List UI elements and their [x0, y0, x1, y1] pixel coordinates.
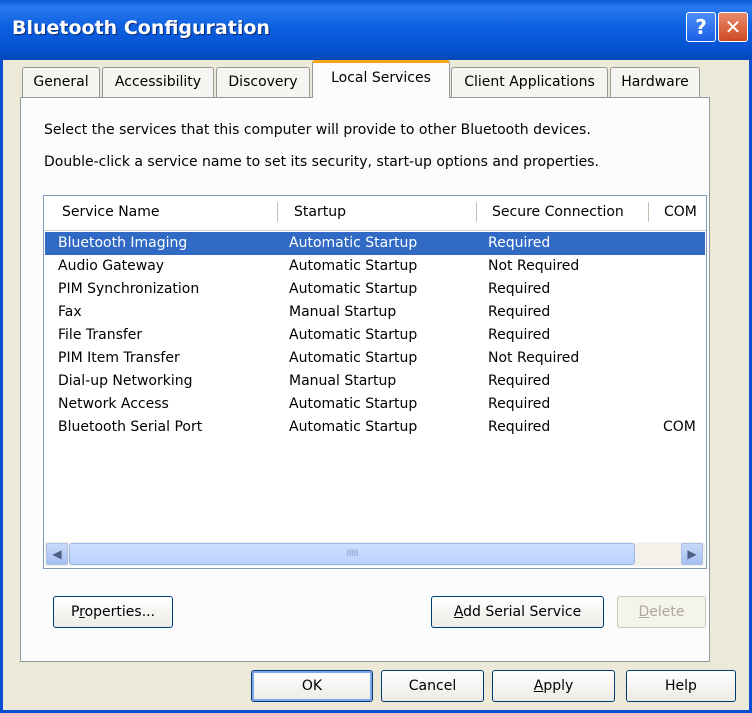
secure-connection-cell: Required: [488, 281, 551, 297]
service-name-cell: Bluetooth Imaging: [58, 235, 188, 251]
table-row[interactable]: Network Access Automatic Startup Require…: [45, 393, 705, 416]
ok-button[interactable]: OK: [251, 670, 373, 702]
table-row[interactable]: Bluetooth Serial Port Automatic Startup …: [45, 416, 705, 439]
secure-connection-cell: Required: [488, 304, 551, 320]
secure-connection-cell: Required: [488, 419, 551, 435]
add-serial-label-post: dd Serial Service: [463, 604, 582, 620]
startup-cell: Manual Startup: [289, 304, 397, 320]
tab-general[interactable]: General: [22, 67, 100, 97]
window-frame-left: [0, 60, 3, 713]
service-name-cell: PIM Synchronization: [58, 281, 200, 297]
startup-cell: Automatic Startup: [289, 258, 418, 274]
secure-connection-cell: Required: [488, 327, 551, 343]
tab-hardware[interactable]: Hardware: [610, 67, 700, 97]
service-name-cell: Network Access: [58, 396, 169, 412]
com-cell: COM: [663, 419, 696, 435]
apply-button[interactable]: Apply: [492, 670, 615, 702]
tab-client-applications[interactable]: Client Applications: [451, 67, 608, 97]
apply-accelerator: A: [533, 678, 544, 694]
secure-connection-cell: Not Required: [488, 258, 580, 274]
service-name-cell: File Transfer: [58, 327, 143, 343]
column-header-secure-connection[interactable]: Secure Connection: [492, 204, 624, 220]
delete-accelerator: D: [638, 604, 650, 620]
service-name-cell: Bluetooth Serial Port: [58, 419, 203, 435]
tab-local-services[interactable]: Local Services: [312, 60, 450, 98]
startup-cell: Automatic Startup: [289, 281, 418, 297]
instruction-text-2: Double-click a service name to set its s…: [44, 154, 600, 170]
service-name-cell: Audio Gateway: [58, 258, 165, 274]
properties-button[interactable]: Properties...: [53, 596, 173, 628]
column-divider[interactable]: [476, 202, 477, 222]
window-title: Bluetooth Configuration: [12, 17, 270, 39]
help-icon[interactable]: ?: [686, 12, 716, 42]
add-serial-service-button[interactable]: Add Serial Service: [431, 596, 604, 628]
column-divider[interactable]: [277, 202, 278, 222]
close-icon[interactable]: ✕: [718, 12, 748, 42]
secure-connection-cell: Required: [488, 396, 551, 412]
startup-cell: Automatic Startup: [289, 396, 418, 412]
service-name-cell: Dial-up Networking: [58, 373, 193, 389]
table-row[interactable]: PIM Item Transfer Automatic Startup Not …: [45, 347, 705, 370]
delete-label-post: elete: [649, 604, 685, 620]
startup-cell: Automatic Startup: [289, 235, 418, 251]
service-name-cell: Fax: [58, 304, 82, 320]
column-header-startup[interactable]: Startup: [294, 204, 346, 220]
table-row[interactable]: File Transfer Automatic Startup Required: [45, 324, 705, 347]
startup-cell: Automatic Startup: [289, 419, 418, 435]
service-name-cell: PIM Item Transfer: [58, 350, 180, 366]
instruction-text-1: Select the services that this computer w…: [44, 122, 591, 138]
secure-connection-cell: Required: [488, 235, 551, 251]
table-row[interactable]: Bluetooth Imaging Automatic Startup Requ…: [45, 232, 705, 255]
list-header: Service Name Startup Secure Connection C…: [44, 196, 706, 231]
startup-cell: Manual Startup: [289, 373, 397, 389]
add-serial-accelerator: A: [453, 604, 464, 620]
table-row[interactable]: PIM Synchronization Automatic Startup Re…: [45, 278, 705, 301]
scroll-right-icon[interactable]: ▶: [681, 543, 703, 565]
delete-button[interactable]: Delete: [617, 596, 706, 628]
secure-connection-cell: Not Required: [488, 350, 580, 366]
column-divider[interactable]: [648, 202, 649, 222]
scroll-thumb[interactable]: IIIIIII: [69, 543, 635, 565]
apply-label-post: pply: [543, 678, 574, 694]
properties-label-pre: P: [70, 604, 80, 620]
tab-discovery[interactable]: Discovery: [216, 67, 310, 97]
tab-accessibility[interactable]: Accessibility: [102, 67, 214, 97]
title-bar: Bluetooth Configuration ? ✕: [0, 0, 752, 60]
startup-cell: Automatic Startup: [289, 327, 418, 343]
cancel-button[interactable]: Cancel: [381, 670, 484, 702]
horizontal-scrollbar[interactable]: ◀ IIIIIII ▶: [45, 542, 705, 566]
secure-connection-cell: Required: [488, 373, 551, 389]
startup-cell: Automatic Startup: [289, 350, 418, 366]
column-header-com[interactable]: COM: [664, 204, 697, 220]
column-header-service-name[interactable]: Service Name: [62, 204, 160, 220]
scroll-left-icon[interactable]: ◀: [46, 543, 68, 565]
help-button[interactable]: Help: [626, 670, 736, 702]
properties-label-post: operties...: [84, 604, 156, 620]
table-row[interactable]: Audio Gateway Automatic Startup Not Requ…: [45, 255, 705, 278]
table-row[interactable]: Dial-up Networking Manual Startup Requir…: [45, 370, 705, 393]
services-list[interactable]: Service Name Startup Secure Connection C…: [43, 195, 707, 569]
table-row[interactable]: Fax Manual Startup Required: [45, 301, 705, 324]
